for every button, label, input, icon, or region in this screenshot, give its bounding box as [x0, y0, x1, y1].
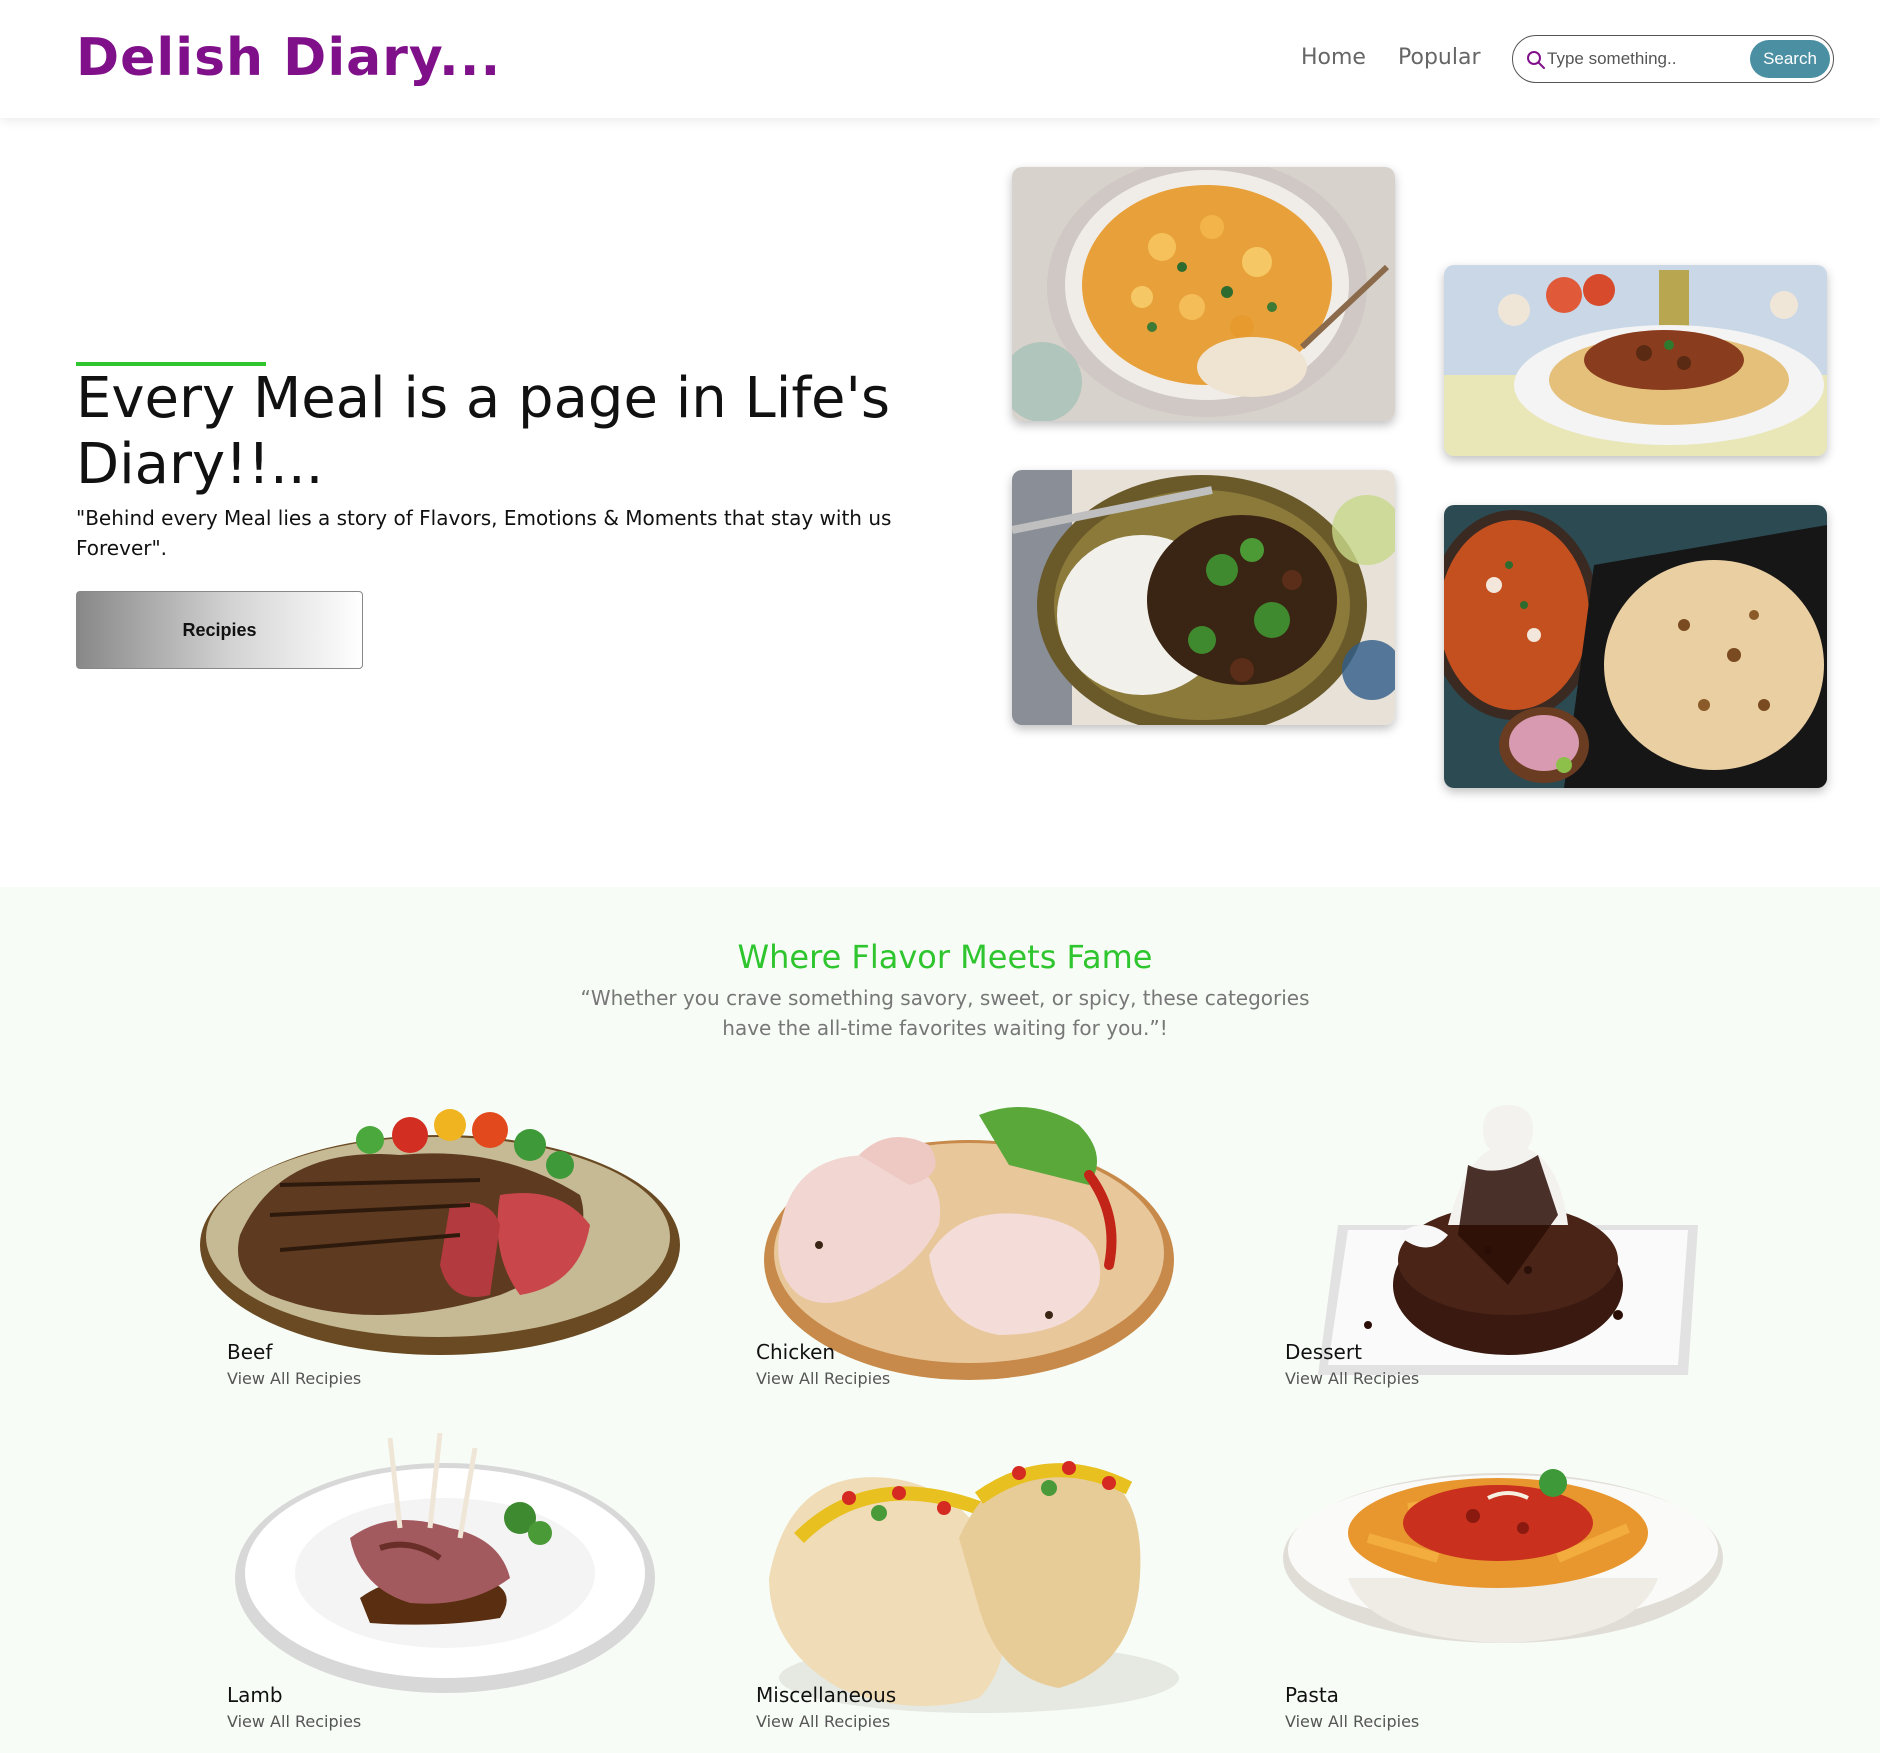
view-all-recipes-link[interactable]: View All Recipies [1285, 1712, 1419, 1731]
beef-image [200, 1109, 680, 1355]
categories-subtitle: “Whether you crave something savory, swe… [580, 986, 1310, 1040]
category-name: Chicken [756, 1340, 836, 1364]
brand-logo[interactable]: Delish Diary... [76, 28, 501, 88]
hero-title: Every Meal is a page in Life's Diary!!..… [76, 366, 891, 497]
search-icon [1527, 51, 1545, 69]
category-card-chicken[interactable]: Chicken View All Recipies [729, 1085, 1229, 1388]
hero-photo-spaghetti [1444, 265, 1827, 456]
category-card-lamb[interactable]: Lamb View All Recipies [200, 1428, 700, 1731]
category-name: Beef [227, 1340, 273, 1364]
hero-photo-curry-naan [1444, 505, 1827, 788]
search-input[interactable] [1547, 44, 1757, 74]
navbar: Delish Diary... Home Popular Search [0, 0, 1880, 118]
category-name: Miscellaneous [756, 1683, 897, 1707]
category-name: Pasta [1285, 1683, 1339, 1707]
category-name: Dessert [1285, 1340, 1362, 1364]
category-card-pasta[interactable]: Pasta View All Recipies [1258, 1428, 1758, 1731]
recipes-button[interactable]: Recipies [76, 591, 363, 669]
category-card-beef[interactable]: Beef View All Recipies [200, 1085, 700, 1388]
search-button[interactable]: Search [1750, 40, 1830, 78]
category-card-dessert[interactable]: Dessert View All Recipies [1258, 1085, 1758, 1388]
view-all-recipes-link[interactable]: View All Recipies [227, 1369, 361, 1388]
nav-popular-link[interactable]: Popular [1398, 45, 1481, 70]
category-card-miscellaneous[interactable]: Miscellaneous View All Recipies [729, 1428, 1229, 1731]
hero-photo-beef-broccoli [1012, 470, 1395, 725]
hero-photo-pasta-bake [1012, 167, 1395, 421]
view-all-recipes-link[interactable]: View All Recipies [227, 1712, 361, 1731]
category-name: Lamb [227, 1683, 283, 1707]
nav-home-link[interactable]: Home [1301, 45, 1366, 70]
categories-title: Where Flavor Meets Fame [737, 938, 1153, 976]
hero-quote: "Behind every Meal lies a story of Flavo… [76, 506, 892, 560]
search-form: Search [1512, 35, 1834, 83]
view-all-recipes-link[interactable]: View All Recipies [1285, 1369, 1419, 1388]
view-all-recipes-link[interactable]: View All Recipies [756, 1369, 890, 1388]
view-all-recipes-link[interactable]: View All Recipies [756, 1712, 890, 1731]
